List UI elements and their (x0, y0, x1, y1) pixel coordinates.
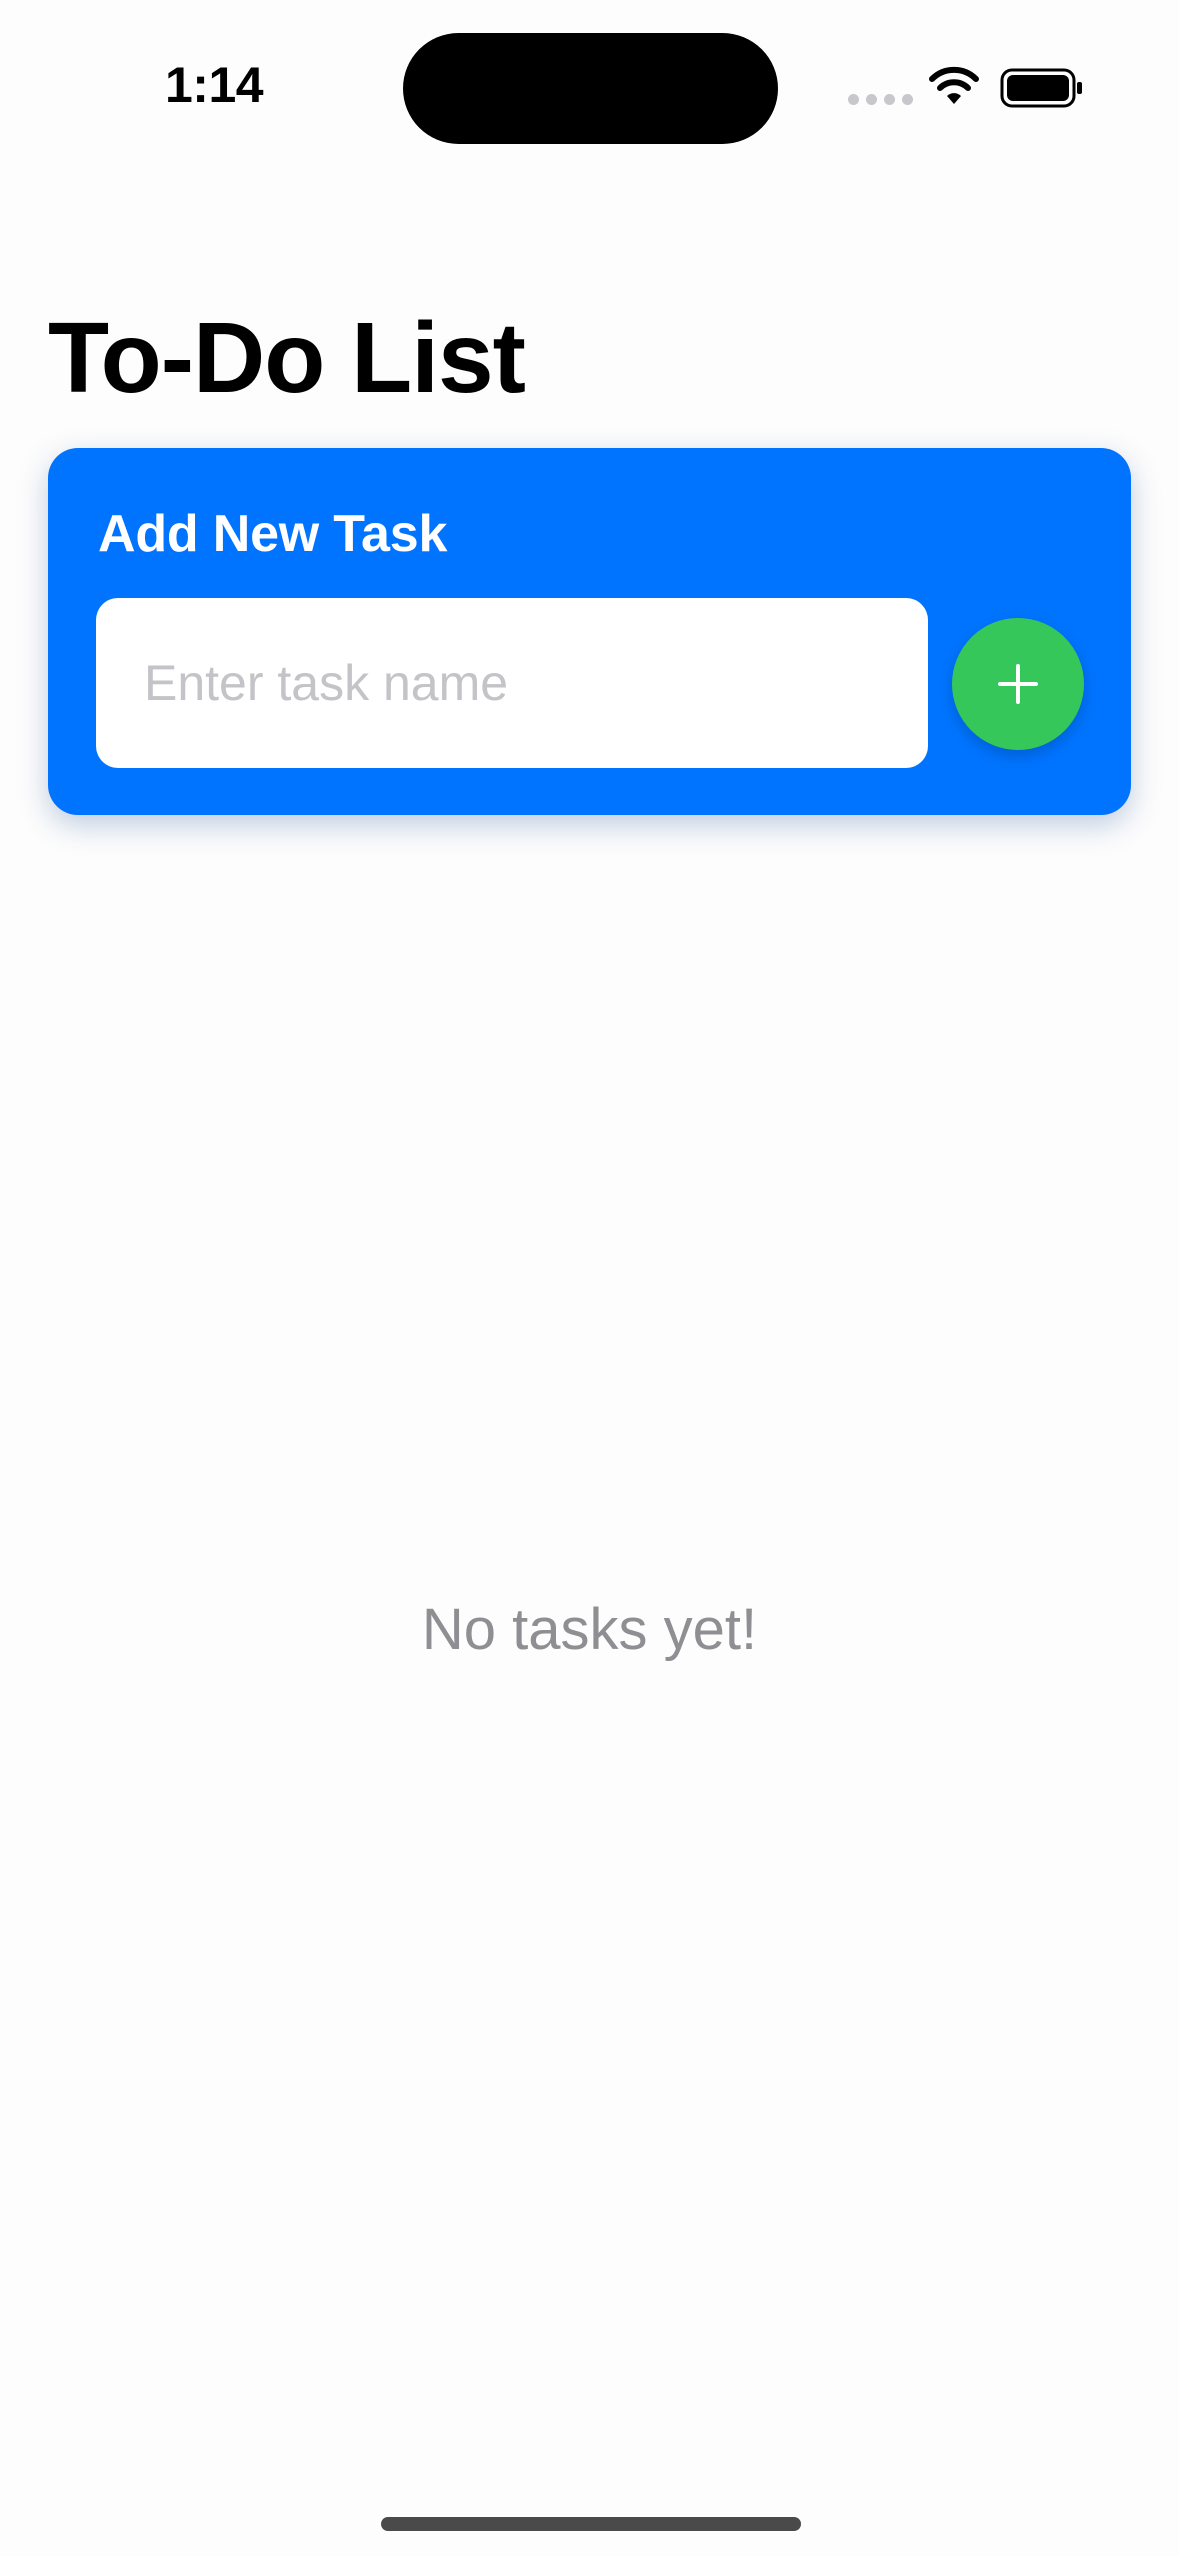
add-task-card: Add New Task (48, 448, 1131, 815)
task-name-input[interactable] (96, 598, 928, 768)
plus-icon (998, 664, 1038, 704)
dynamic-island (403, 33, 778, 144)
status-time: 1:14 (165, 57, 264, 113)
home-indicator[interactable] (381, 2517, 801, 2531)
battery-icon (1000, 68, 1082, 108)
add-task-title: Add New Task (98, 505, 448, 563)
empty-state-message: No tasks yet! (421, 1597, 758, 1662)
add-task-button[interactable] (952, 618, 1084, 750)
wifi-icon (929, 66, 979, 104)
page-title: To-Do List (48, 302, 526, 414)
cellular-signal-icon (848, 94, 913, 105)
